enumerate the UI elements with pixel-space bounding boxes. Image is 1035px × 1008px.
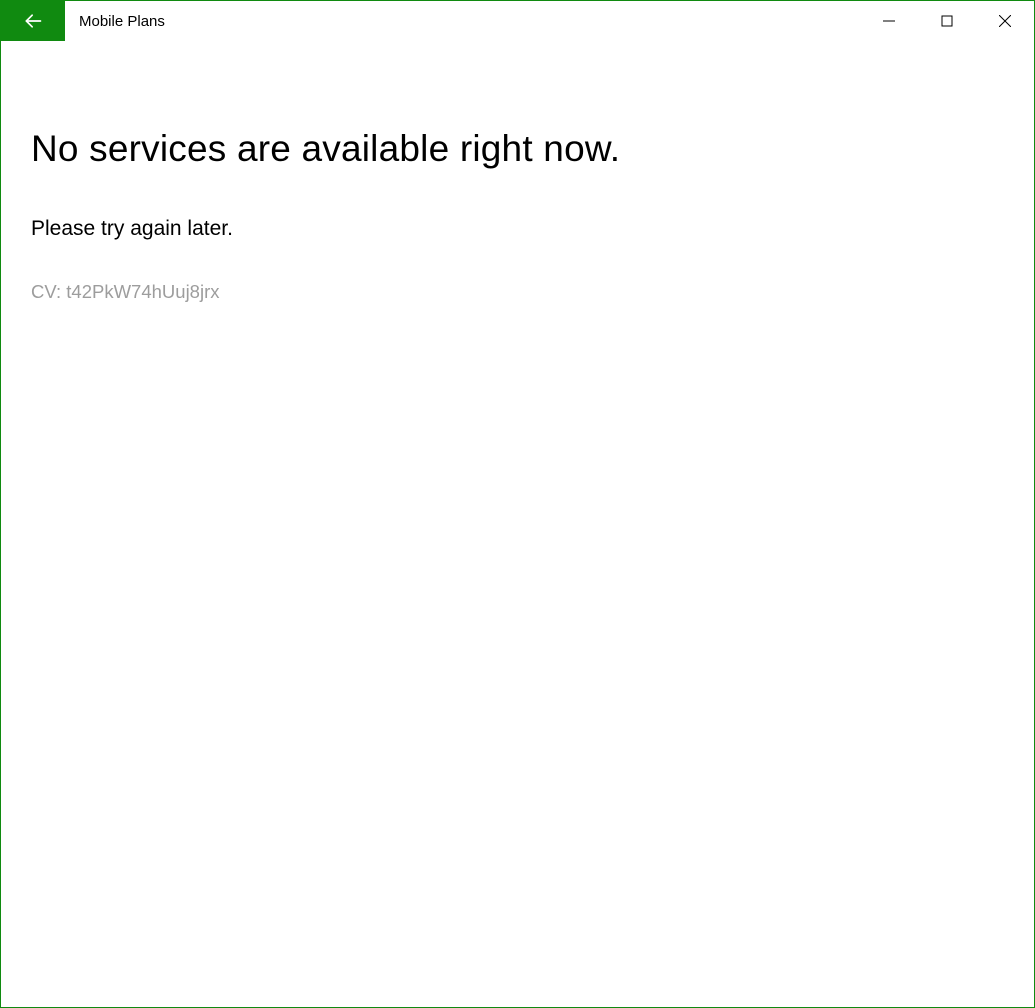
content-area: No services are available right now. Ple… [1,41,1034,1007]
minimize-icon [883,15,895,27]
maximize-button[interactable] [918,1,976,41]
maximize-icon [941,15,953,27]
caption-buttons [860,1,1034,41]
minimize-button[interactable] [860,1,918,41]
window: Mobile Plans No services are avail [0,0,1035,1008]
window-title: Mobile Plans [65,1,165,41]
close-icon [999,15,1011,27]
arrow-left-icon [23,11,43,31]
titlebar: Mobile Plans [1,1,1034,41]
titlebar-spacer [165,1,860,41]
main-heading: No services are available right now. [31,125,1004,173]
close-button[interactable] [976,1,1034,41]
sub-text: Please try again later. [31,217,1004,241]
cv-text: CV: t42PkW74hUuj8jrx [31,281,1004,303]
back-button[interactable] [1,1,65,41]
